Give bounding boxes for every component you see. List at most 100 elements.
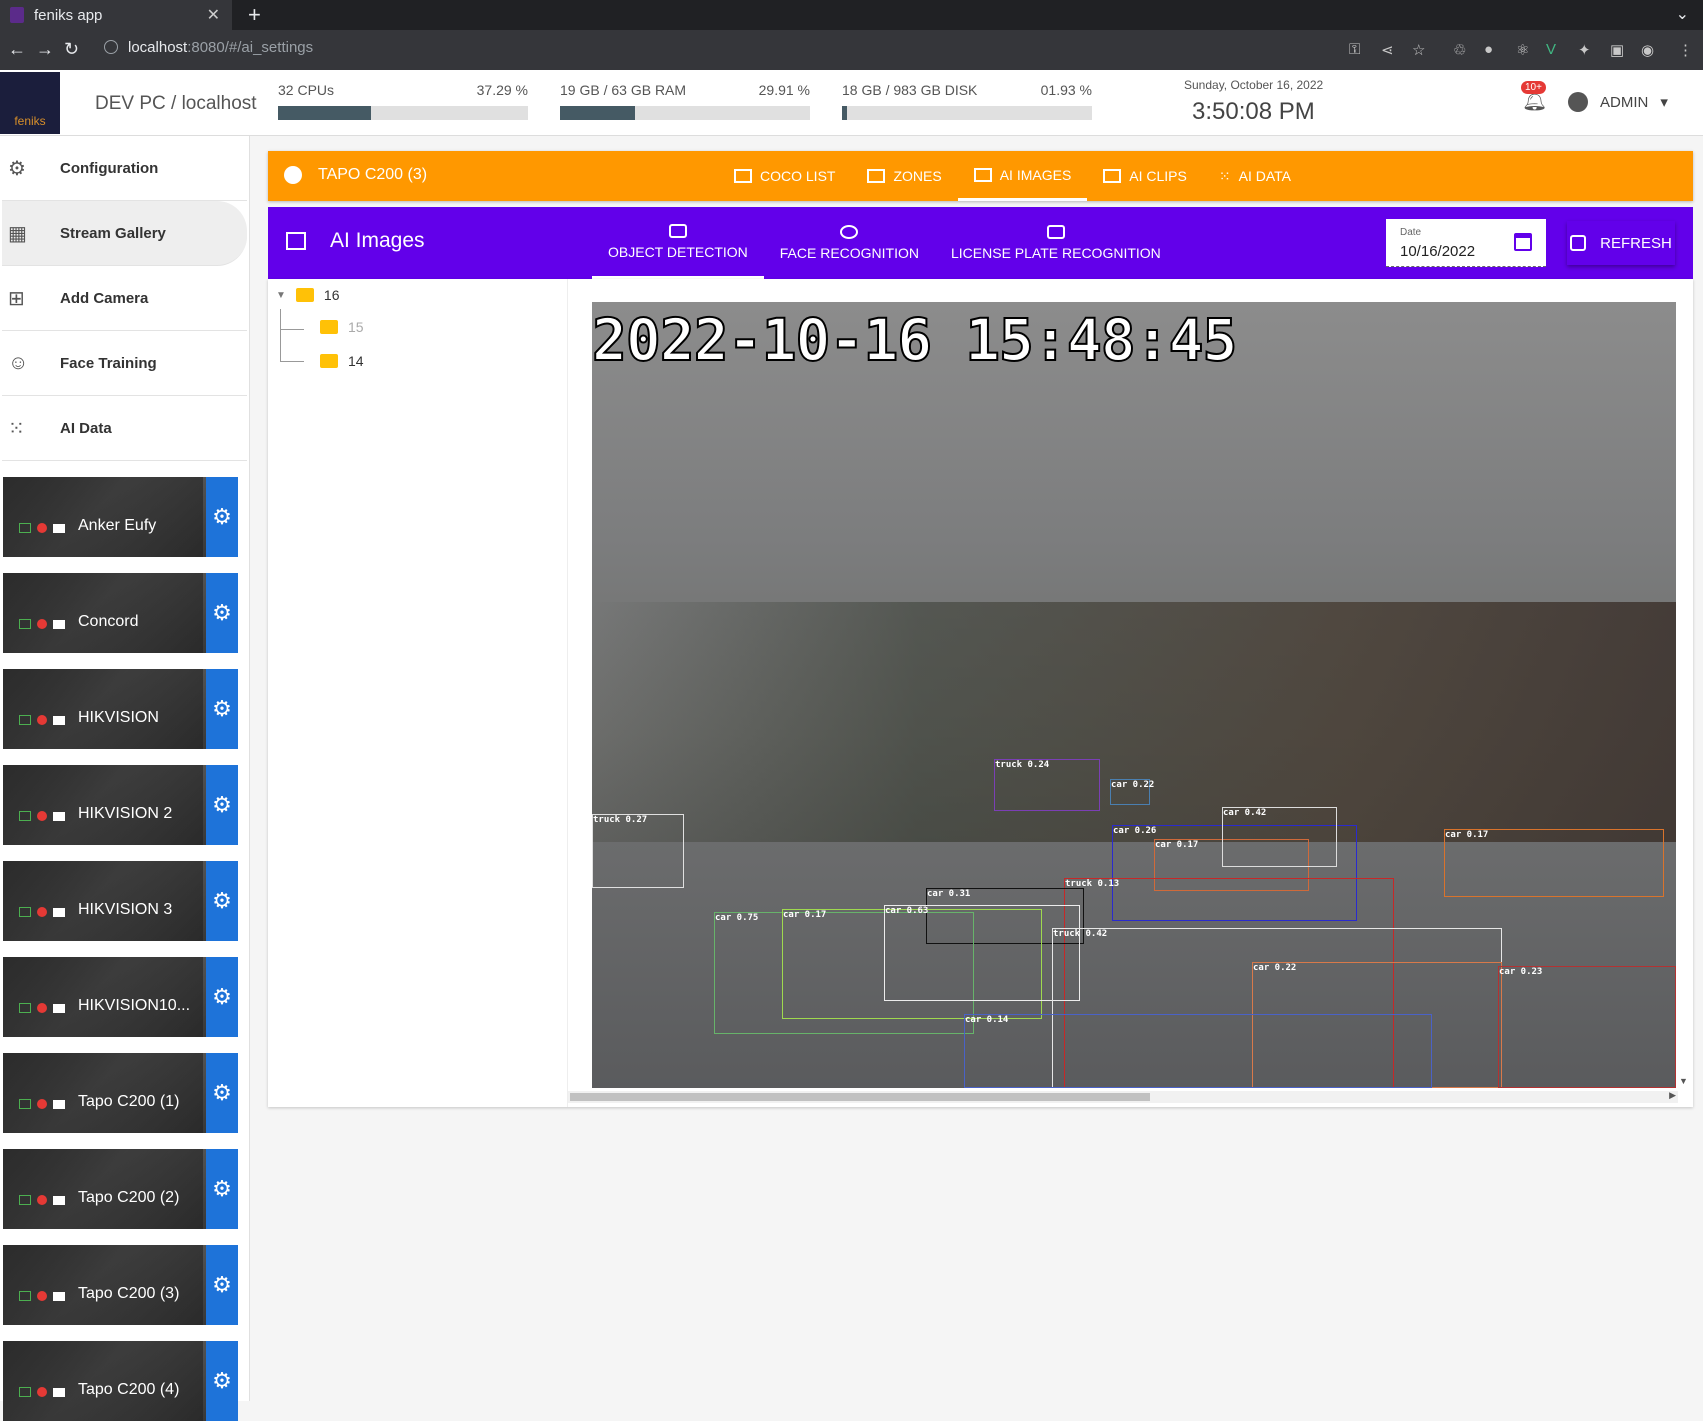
tab-face-recognition[interactable]: FACE RECOGNITION [764, 207, 935, 279]
camera-tile[interactable]: HIKVISION ⚙ [3, 669, 238, 749]
play-icon[interactable] [19, 715, 31, 725]
date-picker[interactable]: Date 10/16/2022 [1386, 219, 1546, 267]
new-tab-button[interactable]: + [248, 2, 261, 28]
tree-node-child[interactable]: 15 [320, 319, 364, 335]
scroll-thumb[interactable] [570, 1093, 1150, 1101]
user-menu[interactable]: ADMIN ▾ [1568, 92, 1668, 112]
vertical-scrollbar[interactable]: ▼ [1677, 302, 1691, 1088]
camera-settings-icon[interactable]: ⚙ [206, 669, 238, 749]
play-icon[interactable] [19, 907, 31, 917]
tab-coco-list[interactable]: COCO LIST [718, 151, 851, 201]
camera-tile[interactable]: HIKVISION 2 ⚙ [3, 765, 238, 845]
camera-tile[interactable]: Anker Eufy ⚙ [3, 477, 238, 557]
video-icon[interactable] [53, 1099, 65, 1109]
share-icon[interactable]: ⋖ [1381, 41, 1394, 59]
refresh-button[interactable]: REFRESH [1567, 221, 1675, 265]
record-icon[interactable] [37, 811, 47, 821]
browser-tab[interactable]: feniks app ✕ [0, 0, 232, 30]
record-icon[interactable] [37, 1099, 47, 1109]
extension-circle-icon[interactable]: ● [1484, 41, 1493, 58]
sidebar-item-stream-gallery[interactable]: ▦ Stream Gallery [2, 201, 247, 266]
camera-tile[interactable]: HIKVISION10... ⚙ [3, 957, 238, 1037]
sidebar-item-face-training[interactable]: ☺ Face Training [2, 331, 247, 396]
forward-icon[interactable]: → [36, 39, 54, 60]
record-icon[interactable] [37, 619, 47, 629]
browser-menu-icon[interactable]: ⋮ [1678, 41, 1693, 59]
play-icon[interactable] [19, 1003, 31, 1013]
camera-tile[interactable]: Tapo C200 (2) ⚙ [3, 1149, 238, 1229]
reload-icon[interactable]: ↻ [64, 39, 79, 60]
record-icon[interactable] [37, 907, 47, 917]
scroll-down-icon[interactable]: ▼ [1679, 1076, 1688, 1086]
record-icon[interactable] [37, 1291, 47, 1301]
extensions-puzzle-icon[interactable]: ✦ [1578, 41, 1591, 59]
tree-node-child[interactable]: 14 [320, 353, 364, 369]
site-info-icon[interactable] [104, 40, 118, 54]
url-field[interactable]: localhost:8080/#/ai_settings [104, 39, 313, 56]
camera-tile[interactable]: Tapo C200 (3) ⚙ [3, 1245, 238, 1325]
play-icon[interactable] [19, 1099, 31, 1109]
video-icon[interactable] [53, 811, 65, 821]
camera-settings-icon[interactable]: ⚙ [206, 1341, 238, 1421]
play-icon[interactable] [19, 619, 31, 629]
record-icon[interactable] [37, 1195, 47, 1205]
tab-object-detection[interactable]: OBJECT DETECTION [592, 207, 764, 279]
key-icon[interactable]: ⚿ [1349, 41, 1360, 58]
scroll-right-icon[interactable]: ▶ [1669, 1090, 1676, 1101]
horizontal-scrollbar[interactable]: ▶ [568, 1090, 1678, 1103]
calendar-icon[interactable] [1514, 233, 1532, 251]
record-icon[interactable] [37, 523, 47, 533]
camera-settings-icon[interactable]: ⚙ [206, 957, 238, 1037]
tab-license-plate-recognition[interactable]: LICENSE PLATE RECOGNITION [935, 207, 1177, 279]
tab-ai-images[interactable]: AI IMAGES [957, 151, 1088, 201]
camera-settings-icon[interactable]: ⚙ [206, 573, 238, 653]
record-icon[interactable] [37, 715, 47, 725]
expand-caret-icon[interactable]: ▼ [276, 290, 286, 301]
camera-tile[interactable]: Tapo C200 (4) ⚙ [3, 1341, 238, 1421]
close-tab-icon[interactable]: ✕ [207, 5, 220, 25]
video-icon[interactable] [53, 1387, 65, 1397]
tab-label: LICENSE PLATE RECOGNITION [951, 245, 1161, 261]
camera-settings-icon[interactable]: ⚙ [206, 861, 238, 941]
tab-search-icon[interactable]: ⌄ [1676, 4, 1689, 24]
camera-settings-icon[interactable]: ⚙ [206, 1053, 238, 1133]
tab-ai-clips[interactable]: AI CLIPS [1087, 151, 1203, 201]
video-icon[interactable] [53, 715, 65, 725]
detection-image[interactable]: 2022-10-16 15:48:45 truck 0.24 car 0.22 … [592, 302, 1676, 1088]
side-panel-icon[interactable]: ▣ [1610, 41, 1624, 59]
video-icon[interactable] [53, 907, 65, 917]
tab-ai-data[interactable]: ⁙ AI DATA [1203, 151, 1307, 201]
video-icon[interactable] [53, 1195, 65, 1205]
sidebar-item-configuration[interactable]: ⚙ Configuration [2, 136, 247, 201]
video-icon[interactable] [53, 523, 65, 533]
video-icon[interactable] [53, 1003, 65, 1013]
play-icon[interactable] [19, 1291, 31, 1301]
extension-recycle-icon[interactable]: ♲ [1453, 41, 1466, 59]
extension-react-icon[interactable]: ⚛ [1516, 41, 1529, 59]
video-icon[interactable] [53, 619, 65, 629]
record-icon[interactable] [37, 1003, 47, 1013]
bookmark-star-icon[interactable]: ☆ [1412, 41, 1425, 59]
profile-icon[interactable]: ◉ [1641, 41, 1654, 59]
camera-settings-icon[interactable]: ⚙ [206, 765, 238, 845]
play-icon[interactable] [19, 1387, 31, 1397]
video-icon[interactable] [53, 1291, 65, 1301]
date-value[interactable]: 10/16/2022 [1400, 243, 1475, 260]
tab-zones[interactable]: ZONES [851, 151, 957, 201]
back-icon[interactable]: ← [8, 39, 26, 60]
camera-tile[interactable]: HIKVISION 3 ⚙ [3, 861, 238, 941]
record-icon[interactable] [37, 1387, 47, 1397]
sidebar-item-add-camera[interactable]: ⊞ Add Camera [2, 266, 247, 331]
camera-settings-icon[interactable]: ⚙ [206, 477, 238, 557]
play-icon[interactable] [19, 523, 31, 533]
camera-tile[interactable]: Tapo C200 (1) ⚙ [3, 1053, 238, 1133]
camera-settings-icon[interactable]: ⚙ [206, 1245, 238, 1325]
play-icon[interactable] [19, 1195, 31, 1205]
play-icon[interactable] [19, 811, 31, 821]
sidebar-item-ai-data[interactable]: ⁙ AI Data [2, 396, 247, 461]
camera-tile[interactable]: Concord ⚙ [3, 573, 238, 653]
tree-node-root[interactable]: ▼ 16 [276, 287, 339, 303]
feniks-logo[interactable]: feniks [0, 72, 60, 134]
camera-settings-icon[interactable]: ⚙ [206, 1149, 238, 1229]
extension-vue-icon[interactable]: V [1546, 41, 1556, 58]
